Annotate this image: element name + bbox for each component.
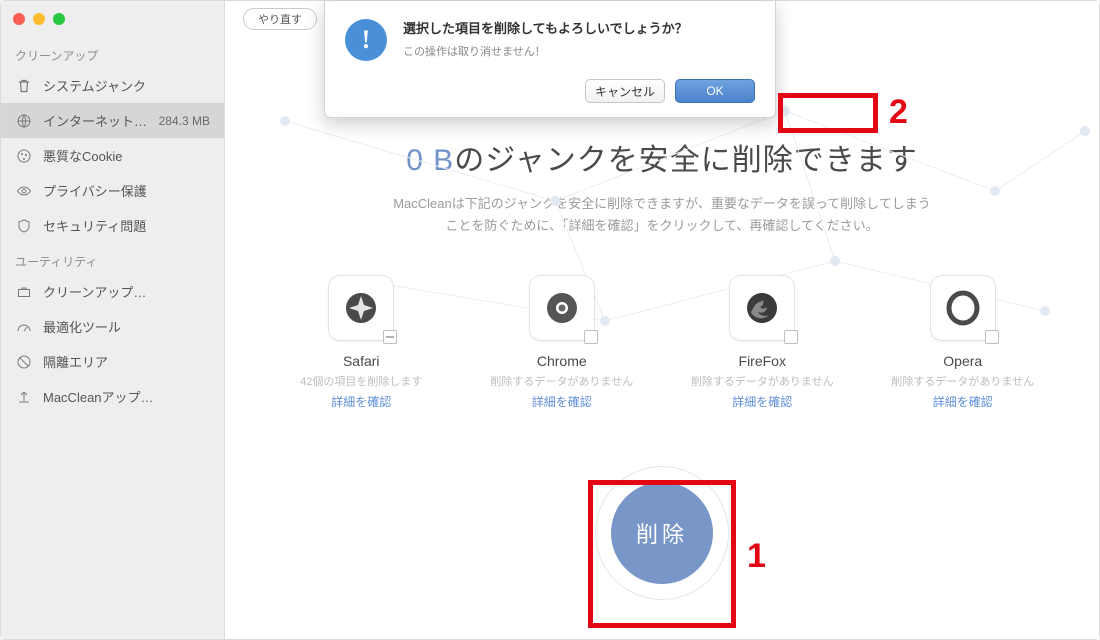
safari-icon <box>343 290 379 326</box>
dialog-ok-button[interactable]: OK <box>675 79 755 103</box>
checkbox-empty[interactable] <box>985 330 999 344</box>
sidebar-item-label: 最適化ツール <box>43 317 210 336</box>
checkbox-empty[interactable] <box>784 330 798 344</box>
dialog-title: 選択した項目を削除してもよろしいでしょうか？ <box>403 19 688 39</box>
sidebar-item-quarantine[interactable]: 隔離エリア <box>1 344 224 379</box>
browser-details-link[interactable]: 詳細を確認 <box>933 393 993 410</box>
browser-details-link[interactable]: 詳細を確認 <box>331 393 391 410</box>
close-window-button[interactable] <box>13 13 25 25</box>
trash-icon <box>15 77 33 95</box>
chrome-icon <box>544 290 580 326</box>
browser-desc: 削除するデータがありません <box>490 373 633 389</box>
sidebar-item-optimize[interactable]: 最適化ツール <box>1 309 224 344</box>
sidebar-item-malicious-cookie[interactable]: 悪質なCookie <box>1 138 224 173</box>
sidebar-item-label: インターネット… <box>43 111 149 130</box>
sidebar-item-security[interactable]: セキュリティ問題 <box>1 208 224 243</box>
browser-list: Safari 42個の項目を削除します 詳細を確認 Chrome 削除するデータ… <box>225 275 1099 410</box>
sidebar-item-label: クリーンアップ… <box>43 282 210 301</box>
checkbox-indeterminate[interactable] <box>383 330 397 344</box>
delete-button[interactable]: 削除 <box>611 482 713 584</box>
sidebar-item-label: セキュリティ問題 <box>43 216 210 235</box>
dialog-cancel-button[interactable]: キャンセル <box>585 79 665 103</box>
checkbox-empty[interactable] <box>584 330 598 344</box>
upload-icon <box>15 388 33 406</box>
cookie-icon <box>15 147 33 165</box>
sidebar-item-internet-junk[interactable]: インターネット… 284.3 MB <box>1 103 224 138</box>
browser-card-opera: Opera 削除するデータがありません 詳細を確認 <box>873 275 1053 410</box>
headline-text: のジャンクを安全に削除できます <box>454 144 918 177</box>
browser-details-link[interactable]: 詳細を確認 <box>732 393 792 410</box>
browser-name: Chrome <box>537 353 587 369</box>
browser-tile-firefox[interactable] <box>729 275 795 341</box>
browser-name: Opera <box>943 353 982 369</box>
browser-details-link[interactable]: 詳細を確認 <box>532 393 592 410</box>
sidebar-item-update[interactable]: MacCleanアップ… <box>1 379 224 414</box>
sidebar-section-utility: ユーティリティ <box>1 243 224 274</box>
confirm-dialog: ! 選択した項目を削除してもよろしいでしょうか？ この操作は取り消せません！ キ… <box>324 1 776 118</box>
firefox-icon <box>744 290 780 326</box>
maximize-window-button[interactable] <box>53 13 65 25</box>
headline: 0 Bのジャンクを安全に削除できます <box>406 135 918 179</box>
browser-name: FireFox <box>739 353 786 369</box>
globe-icon <box>15 112 33 130</box>
browser-desc: 42個の項目を削除します <box>300 373 422 389</box>
browser-card-safari: Safari 42個の項目を削除します 詳細を確認 <box>271 275 451 410</box>
sidebar-item-label: 隔離エリア <box>43 352 210 371</box>
sidebar-item-meta: 284.3 MB <box>159 114 210 128</box>
redo-button[interactable]: やり直す <box>243 8 317 30</box>
window-controls <box>1 1 224 37</box>
block-icon <box>15 353 33 371</box>
browser-name: Safari <box>343 353 380 369</box>
browser-tile-safari[interactable] <box>328 275 394 341</box>
browser-tile-opera[interactable] <box>930 275 996 341</box>
sidebar-item-label: プライバシー保護 <box>43 181 210 200</box>
briefcase-icon <box>15 283 33 301</box>
sidebar-item-label: 悪質なCookie <box>43 146 210 165</box>
gauge-icon <box>15 318 33 336</box>
eye-icon <box>15 182 33 200</box>
dialog-subtitle: この操作は取り消せません！ <box>403 43 688 59</box>
browser-tile-chrome[interactable] <box>529 275 595 341</box>
sidebar-item-label: システムジャンク <box>43 76 210 95</box>
opera-icon <box>945 290 981 326</box>
browser-card-chrome: Chrome 削除するデータがありません 詳細を確認 <box>472 275 652 410</box>
sidebar-item-system-junk[interactable]: システムジャンク <box>1 68 224 103</box>
minimize-window-button[interactable] <box>33 13 45 25</box>
shield-icon <box>15 217 33 235</box>
sidebar-item-cleanup-tool[interactable]: クリーンアップ… <box>1 274 224 309</box>
browser-desc: 削除するデータがありません <box>891 373 1034 389</box>
app-window: クリーンアップ システムジャンク インターネット… 284.3 MB 悪質なCo… <box>0 0 1100 640</box>
sidebar: クリーンアップ システムジャンク インターネット… 284.3 MB 悪質なCo… <box>1 1 225 639</box>
browser-card-firefox: FireFox 削除するデータがありません 詳細を確認 <box>672 275 852 410</box>
sidebar-item-privacy[interactable]: プライバシー保護 <box>1 173 224 208</box>
headline-size: 0 B <box>406 144 454 177</box>
sidebar-item-label: MacCleanアップ… <box>43 387 210 406</box>
delete-button-ring: 削除 <box>595 466 729 600</box>
sidebar-section-cleanup: クリーンアップ <box>1 37 224 68</box>
delete-area: 削除 <box>595 466 729 600</box>
subheadline: MacCleanは下記のジャンクを安全に削除できますが、重要なデータを誤って削除… <box>393 193 931 237</box>
browser-desc: 削除するデータがありません <box>691 373 834 389</box>
alert-icon: ! <box>345 19 387 61</box>
